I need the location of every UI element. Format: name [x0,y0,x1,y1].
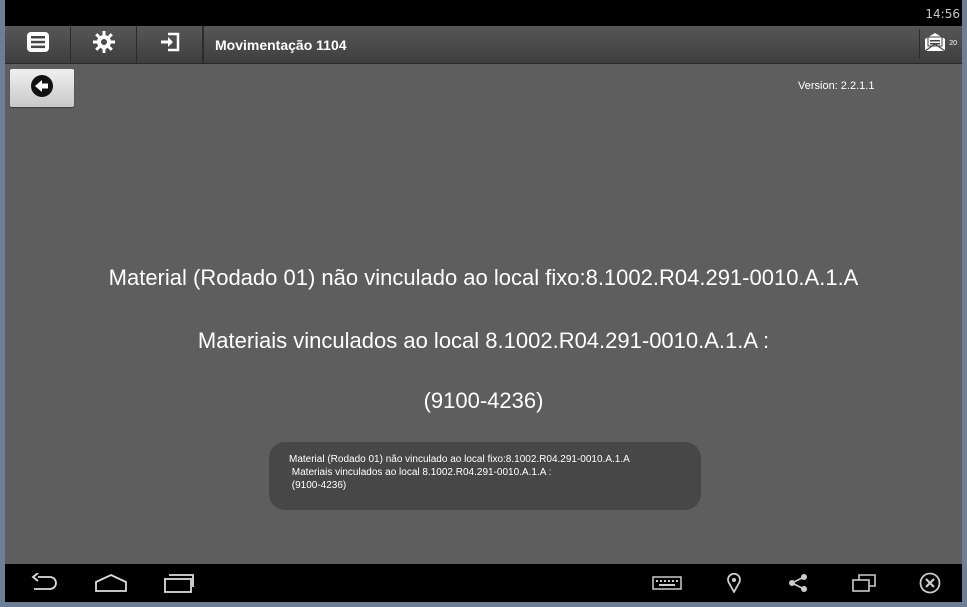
keyboard-icon[interactable] [650,564,684,602]
status-time: 14:56 [925,7,960,21]
back-icon[interactable] [27,564,63,602]
toast-line: Material (Rodado 01) não vinculado ao lo… [289,454,630,465]
material-code-line: (9100-4236) [423,388,544,413]
messages-button[interactable]: 20 [919,29,958,59]
window-icon[interactable] [850,564,878,602]
action-bar: Movimentação 1104 20 [5,26,962,64]
toast-line: Materiais vinculados ao local 8.1002.R04… [289,467,552,478]
page-title: Movimentação 1104 [215,37,347,53]
toast-message: Material (Rodado 01) não vinculado ao lo… [269,442,701,510]
close-icon[interactable] [917,564,943,602]
action-bar-divider [203,26,204,63]
login-icon [159,31,181,58]
message-count: 20 [949,40,957,47]
toast-line: (9100-4236) [289,480,347,491]
error-message-line: Material (Rodado 01) não vinculado ao lo… [108,265,859,290]
message-icon [924,32,946,57]
location-icon[interactable] [724,564,744,602]
arrow-left-icon [30,74,54,103]
recents-icon[interactable] [161,564,197,602]
list-icon [26,32,49,57]
app-window: 14:56 Movimentação 1104 20 Version: 2.2.… [5,0,962,602]
share-icon[interactable] [786,564,810,602]
back-button[interactable] [10,69,74,107]
menu-button[interactable] [5,26,71,63]
version-label: Version: 2.2.1.1 [798,80,875,92]
gear-icon [92,31,115,58]
status-bar: 14:56 [5,0,962,26]
login-button[interactable] [137,26,203,63]
navigation-bar [5,564,962,602]
linked-materials-line: Materiais vinculados ao local 8.1002.R04… [197,328,770,353]
home-icon[interactable] [91,564,131,602]
settings-button[interactable] [71,26,137,63]
